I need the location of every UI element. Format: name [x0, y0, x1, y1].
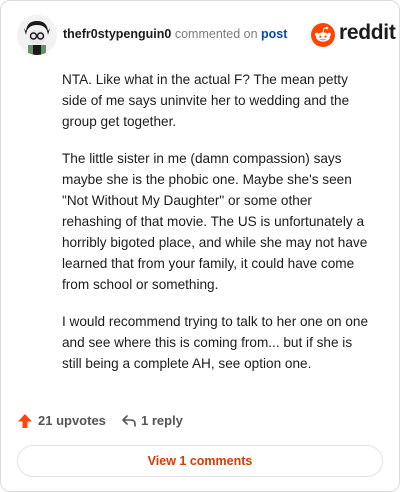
reply-count: 1 reply	[141, 413, 183, 428]
reddit-logo[interactable]: reddit	[311, 21, 396, 49]
post-link[interactable]: post	[261, 27, 287, 41]
comment-paragraph: I would recommend trying to talk to her …	[62, 314, 369, 371]
reply-arrow-icon	[122, 415, 136, 427]
comment-paragraph: The little sister in me (damn compassion…	[62, 151, 368, 292]
username[interactable]: thefr0stypenguin0	[63, 27, 171, 41]
commented-on-label: commented on	[174, 27, 258, 41]
comment-paragraph: NTA. Like what in the actual F? The mean…	[62, 72, 350, 129]
view-comments-button[interactable]: View 1 comments	[17, 445, 383, 477]
upvote-button[interactable]: 21 upvotes	[17, 411, 106, 431]
reply-button[interactable]: 1 reply	[121, 411, 201, 431]
avatar[interactable]	[17, 15, 57, 55]
comment-header: thefr0stypenguin0 commented on post redd…	[17, 15, 396, 55]
reddit-alien-icon	[311, 23, 335, 47]
upvote-arrow-icon	[18, 414, 32, 428]
comment-meta: thefr0stypenguin0 commented on post	[63, 27, 287, 41]
comment-card: thefr0stypenguin0 commented on post redd…	[0, 0, 400, 492]
upvote-count: 21 upvotes	[38, 413, 106, 428]
reddit-wordmark: reddit	[339, 21, 396, 44]
comment-body: NTA. Like what in the actual F? The mean…	[62, 69, 372, 390]
